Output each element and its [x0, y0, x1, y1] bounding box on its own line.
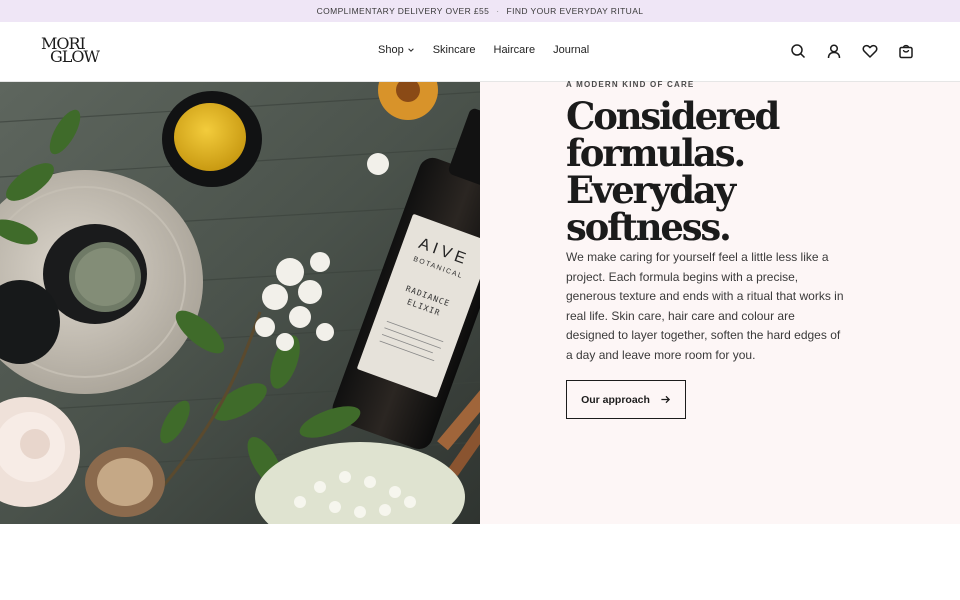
arrow-right-icon	[661, 395, 670, 404]
heart-icon[interactable]	[862, 43, 878, 59]
chevron-down-icon	[407, 48, 414, 52]
nav-item-haircare[interactable]: Haircare	[494, 44, 536, 56]
site-header: MORI GLOW Shop Skincare Haircare Journal	[0, 22, 960, 82]
our-approach-label: Our approach	[581, 393, 650, 406]
announcement-separator: ·	[496, 6, 500, 16]
hero-headline: Considered formulas. Everyday softness.	[566, 98, 866, 246]
our-approach-button[interactable]: Our approach	[566, 380, 686, 419]
announcement-ritual-link[interactable]: FIND YOUR EVERYDAY RITUAL	[507, 6, 644, 16]
nav-item-shop[interactable]: Shop	[378, 44, 415, 56]
brand-logo-line2: GLOW	[50, 47, 100, 66]
hero-copy: A MODERN KIND OF CARE Considered formula…	[480, 80, 960, 524]
nav-item-skincare[interactable]: Skincare	[433, 44, 476, 56]
nav-item-label: Haircare	[493, 44, 536, 56]
botanical-flatlay-image: AIVE BOTANICAL RADIANCE ELIXIR	[0, 82, 480, 524]
hero-eyebrow: A MODERN KIND OF CARE	[566, 80, 695, 89]
header-actions	[790, 43, 914, 59]
brand-logo[interactable]: MORI GLOW	[41, 36, 111, 66]
announcement-delivery: COMPLIMENTARY DELIVERY OVER £55	[316, 6, 490, 16]
bag-icon[interactable]	[898, 43, 914, 59]
headline-line-3: Everyday	[566, 168, 736, 212]
nav-item-label: Journal	[553, 44, 590, 56]
main-nav: Shop Skincare Haircare Journal	[378, 44, 589, 56]
search-icon[interactable]	[790, 43, 806, 59]
nav-item-label: Shop	[378, 44, 404, 56]
hero-body-text: We make caring for yourself feel a littl…	[566, 250, 844, 362]
nav-item-label: Skincare	[432, 44, 476, 56]
account-icon[interactable]	[826, 43, 842, 59]
headline-line-1: Considered	[566, 94, 780, 138]
announcement-bar: COMPLIMENTARY DELIVERY OVER £55 · FIND Y…	[0, 0, 960, 22]
headline-line-2: formulas.	[566, 131, 746, 175]
headline-line-4: softness.	[566, 205, 732, 249]
hero-image: AIVE BOTANICAL RADIANCE ELIXIR	[0, 82, 480, 524]
nav-item-journal[interactable]: Journal	[553, 44, 589, 56]
